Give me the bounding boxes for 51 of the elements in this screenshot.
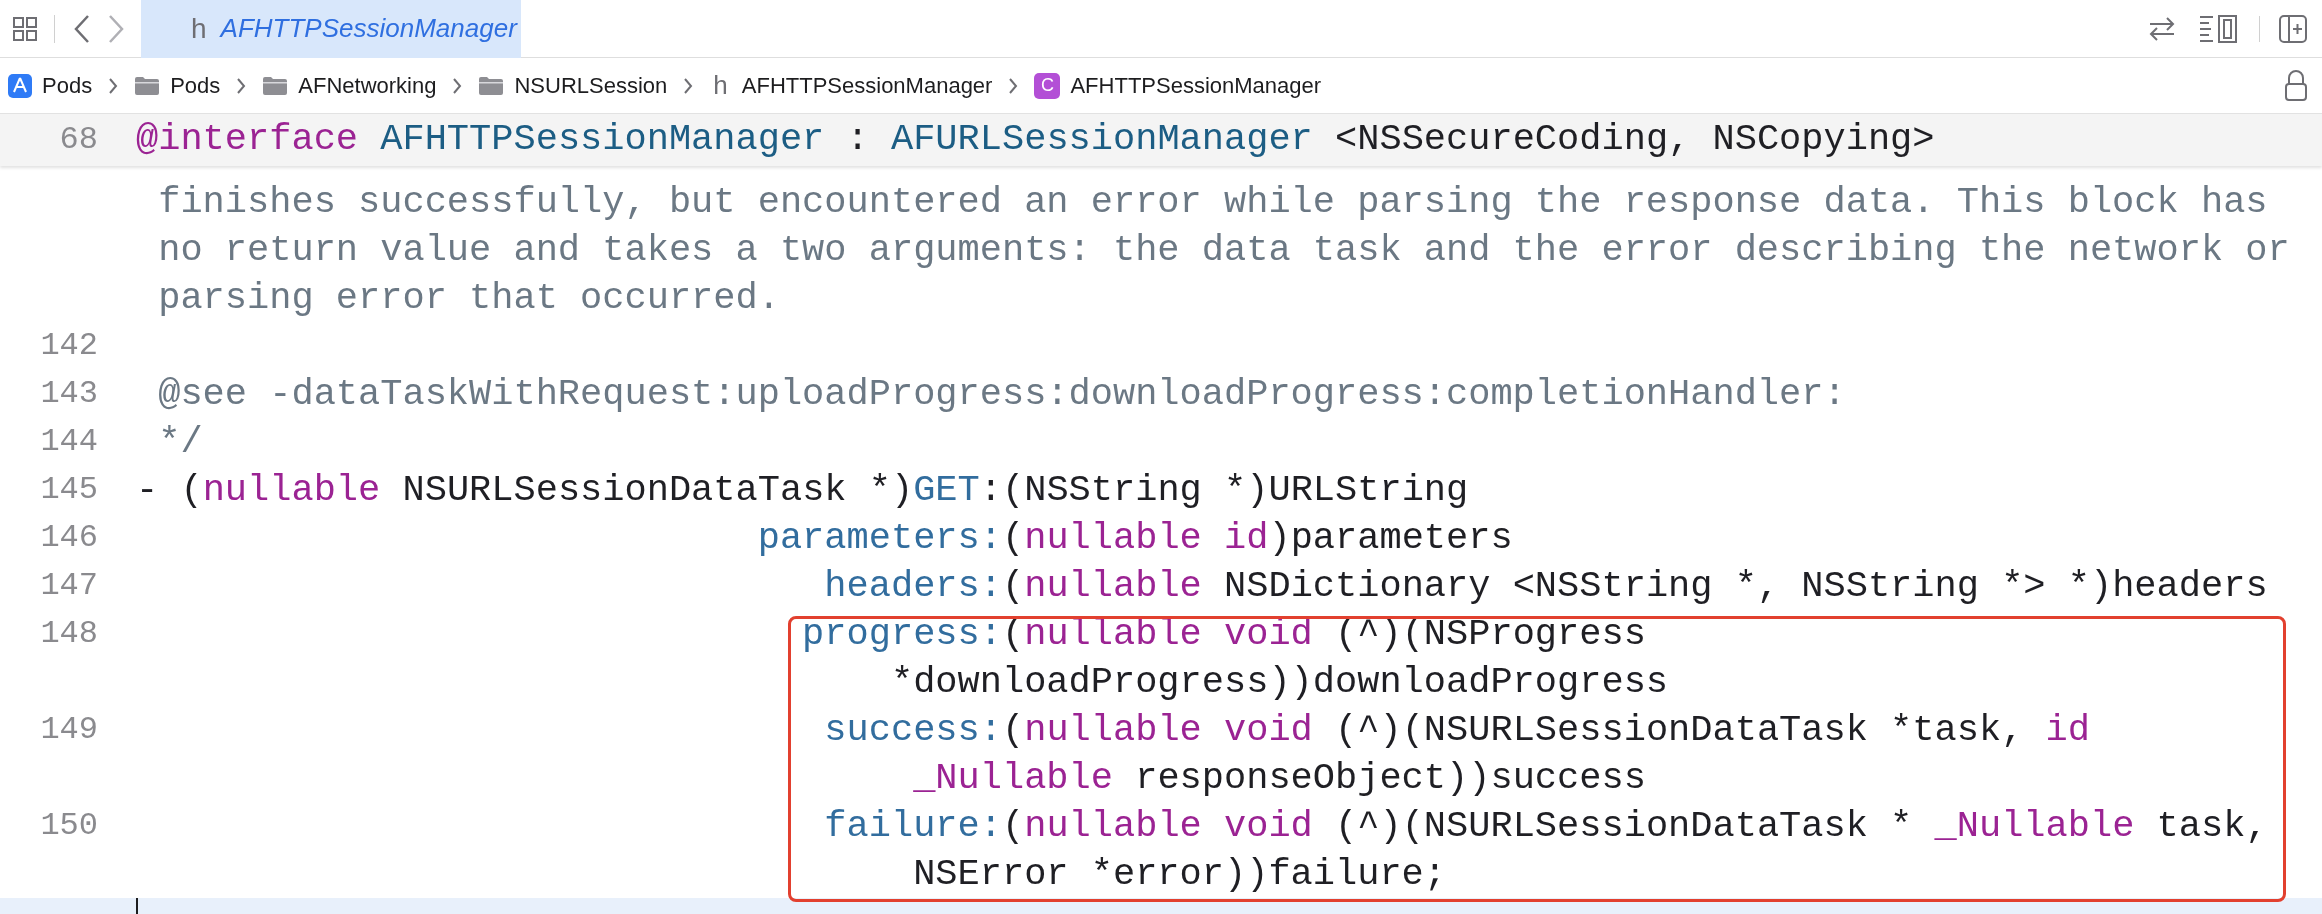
chevron-icon [108, 76, 119, 95]
editor-tab[interactable]: h AFHTTPSessionManager [141, 0, 521, 58]
code-line: NSError *error))failure; [912, 852, 1446, 897]
folder-icon [134, 75, 161, 96]
code-line: headers:(nullable NSDictionary <NSString *, NSString *> *)headers [823, 564, 2268, 609]
line-number: 145 [39, 470, 98, 510]
line-number: 147 [39, 566, 98, 606]
list-panel-icon[interactable] [2199, 13, 2239, 44]
code-line: failure:(nullable void (^)(NSURLSessionDataTask * _Nullable task, [823, 804, 2268, 849]
code-line: parsing error that occurred. [157, 276, 780, 321]
breadcrumb-item[interactable]: AFHTTPSessionManager [1070, 69, 1322, 102]
code-line: */ [157, 420, 203, 465]
chevron-icon [1008, 76, 1019, 95]
chevron-icon [236, 76, 247, 95]
line-number: 146 [39, 518, 98, 558]
code-line: @interface AFHTTPSessionManager : AFURLSessionManager <NSSecureCoding, NSCopying> [136, 117, 1935, 163]
line-number: 142 [39, 326, 98, 366]
breadcrumb-item[interactable]: Pods [42, 69, 93, 102]
line-number: 150 [39, 806, 98, 846]
back-icon[interactable] [73, 13, 91, 44]
tab-title: AFHTTPSessionManager [220, 12, 517, 45]
line-number: 148 [39, 614, 98, 654]
swap-arrows-icon[interactable] [2147, 15, 2177, 42]
breadcrumb-item[interactable]: NSURLSession [514, 69, 668, 102]
breadcrumb-item[interactable]: AFNetworking [298, 69, 437, 102]
code-line: finishes successfully, but encountered an error while parsing the response data. This block has [157, 180, 2268, 225]
code-line: success:(nullable void (^)(NSURLSessionDataTask *task, id [823, 708, 2090, 753]
line-number: 68 [58, 120, 98, 160]
code-line: _Nullable responseObject))success [912, 756, 1646, 801]
grid-icon[interactable] [12, 15, 38, 42]
text-cursor [136, 898, 138, 914]
add-editor-icon[interactable] [2278, 13, 2308, 44]
chevron-icon [683, 76, 694, 95]
code-line: - (nullable NSURLSessionDataTask *)GET:(NSString *)URLString [136, 468, 1469, 513]
header-file-icon: h [713, 66, 728, 105]
folder-icon [262, 75, 289, 96]
line-number: 144 [39, 422, 98, 462]
app-icon [8, 73, 32, 98]
lock-icon [2284, 69, 2308, 102]
code-line: no return value and takes a two arguments: the data task and the error describing the network or [157, 228, 2290, 273]
chevron-icon [452, 76, 463, 95]
code-line: *downloadProgress))downloadProgress [889, 660, 1669, 705]
class-icon: C [1034, 72, 1061, 99]
breadcrumb-item[interactable]: AFHTTPSessionManager [741, 69, 993, 102]
header-file-icon: h [191, 7, 207, 50]
code-line: @see -dataTaskWithRequest:uploadProgress:downloadProgress:completionHandler: [157, 372, 1846, 417]
line-number: 143 [39, 374, 98, 414]
code-line: parameters:(nullable id)parameters [756, 516, 1513, 561]
breadcrumb-item[interactable]: Pods [170, 69, 221, 102]
folder-icon [478, 75, 505, 96]
line-number: 149 [39, 710, 98, 750]
